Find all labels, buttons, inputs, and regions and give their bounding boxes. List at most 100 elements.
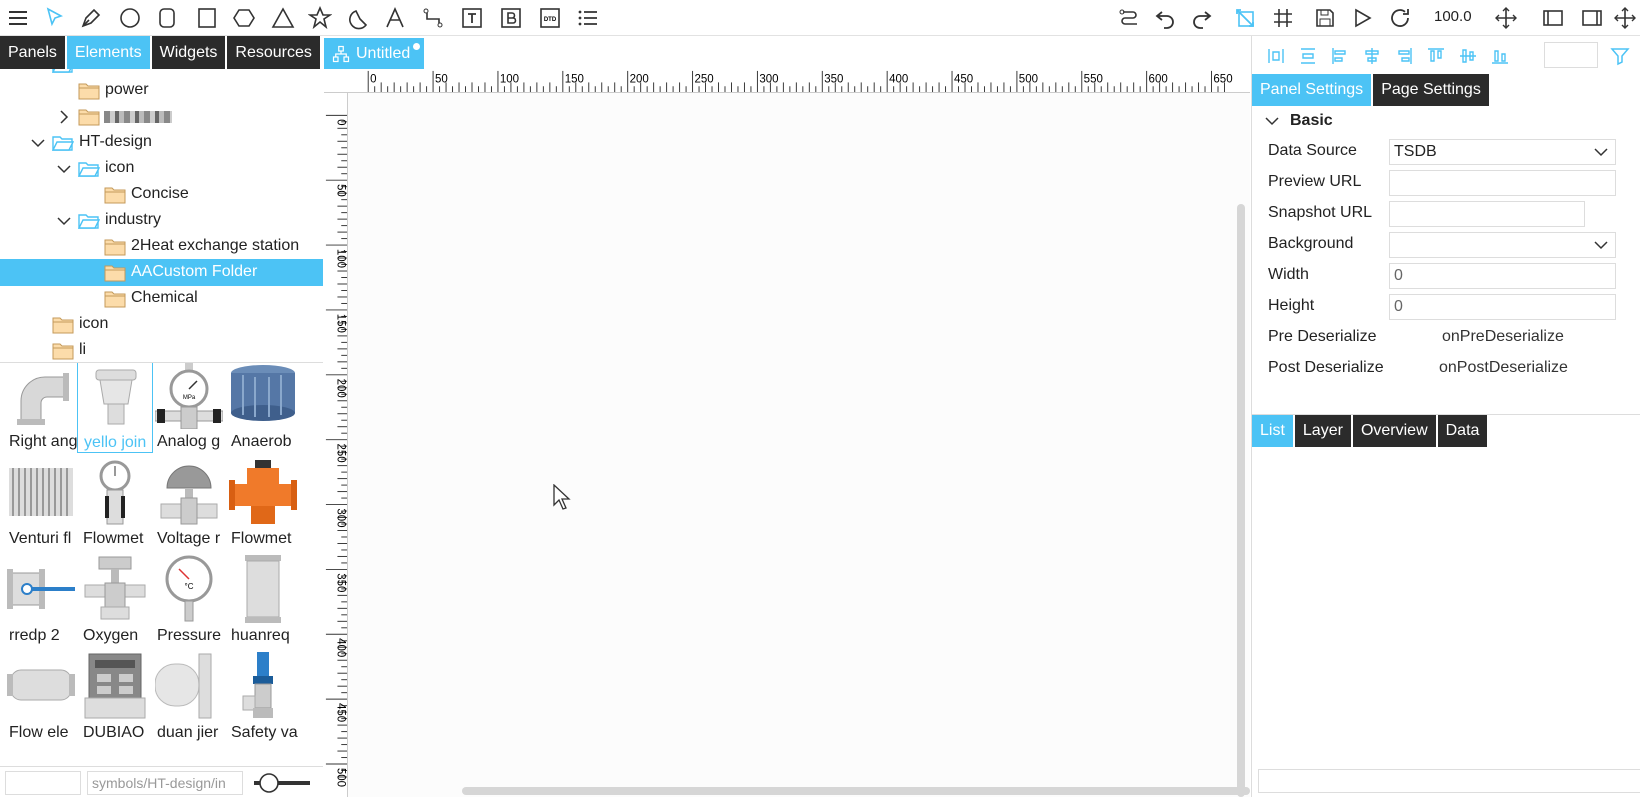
text-box-icon[interactable] bbox=[457, 3, 487, 33]
palette-item[interactable]: Safety va bbox=[225, 648, 301, 744]
arc-icon[interactable] bbox=[343, 3, 373, 33]
property-key: Data Source bbox=[1268, 142, 1357, 159]
tree-item[interactable]: industry bbox=[0, 207, 323, 234]
align-center-h-icon[interactable] bbox=[1362, 46, 1382, 66]
chevron-down-icon[interactable] bbox=[31, 69, 45, 72]
property-input[interactable]: 0 bbox=[1389, 263, 1616, 289]
distribute-h-icon[interactable] bbox=[1266, 46, 1286, 66]
palette-item[interactable]: Venturi fl bbox=[3, 454, 79, 550]
align-middle-icon[interactable] bbox=[1458, 46, 1478, 66]
tree-item[interactable]: icon bbox=[0, 311, 323, 338]
align-bottom-icon[interactable] bbox=[1490, 46, 1510, 66]
chevron-down-icon[interactable] bbox=[57, 214, 71, 228]
circle-icon[interactable] bbox=[115, 3, 145, 33]
panel-right-icon[interactable] bbox=[1577, 3, 1607, 33]
rect-icon[interactable] bbox=[192, 3, 222, 33]
wire-icon[interactable] bbox=[1114, 3, 1144, 33]
tree-item[interactable]: Chemical bbox=[0, 285, 323, 312]
tab-layer[interactable]: Layer bbox=[1294, 415, 1351, 447]
redo-icon[interactable] bbox=[1187, 3, 1217, 33]
vertical-scrollbar[interactable] bbox=[1237, 204, 1245, 797]
undo-icon[interactable] bbox=[1150, 3, 1180, 33]
save-icon[interactable] bbox=[1310, 3, 1340, 33]
tab-data[interactable]: Data bbox=[1437, 415, 1488, 447]
move-icon[interactable] bbox=[1610, 3, 1640, 33]
center-icon[interactable] bbox=[1491, 3, 1521, 33]
select-icon[interactable] bbox=[40, 3, 70, 33]
list-filter-input[interactable] bbox=[1258, 769, 1640, 793]
align-right-icon[interactable] bbox=[1394, 46, 1414, 66]
dtd-icon[interactable]: DTD bbox=[535, 3, 565, 33]
tree-item[interactable]: power bbox=[0, 77, 323, 104]
tab-list[interactable]: List bbox=[1252, 415, 1293, 447]
tree-item[interactable]: 2Heat exchange station bbox=[0, 233, 323, 260]
document-tab[interactable]: Untitled bbox=[324, 38, 425, 69]
text-a-icon[interactable] bbox=[380, 3, 410, 33]
rounded-rect-icon[interactable] bbox=[152, 3, 182, 33]
chevron-down-icon[interactable] bbox=[31, 136, 45, 150]
palette-item[interactable]: Flowmet bbox=[77, 454, 153, 550]
tab-overview[interactable]: Overview bbox=[1352, 415, 1436, 447]
property-input[interactable] bbox=[1389, 201, 1585, 227]
align-left-icon[interactable] bbox=[1330, 46, 1350, 66]
tree-item[interactable] bbox=[0, 103, 323, 130]
property-select[interactable]: TSDB bbox=[1389, 139, 1616, 165]
tree-item[interactable]: Concise bbox=[0, 181, 323, 208]
palette-item[interactable]: rredp 2 bbox=[3, 551, 79, 647]
tree-item[interactable]: icon bbox=[0, 155, 323, 182]
star-icon[interactable] bbox=[305, 3, 335, 33]
tab-elements[interactable]: Elements bbox=[66, 36, 150, 69]
align-top-icon[interactable] bbox=[1426, 46, 1446, 66]
tree-item[interactable]: li bbox=[0, 337, 323, 361]
palette-item[interactable]: MPa Analog g bbox=[151, 363, 227, 453]
horizontal-scrollbar[interactable] bbox=[462, 787, 1250, 795]
chevron-right-icon[interactable] bbox=[57, 110, 71, 124]
tab-widgets[interactable]: Widgets bbox=[151, 36, 226, 69]
palette-item[interactable]: Right ang bbox=[3, 363, 79, 453]
basic-section-header[interactable]: Basic bbox=[1264, 106, 1640, 136]
property-input[interactable] bbox=[1389, 170, 1616, 196]
tree-item[interactable]: AACustom Folder bbox=[0, 259, 323, 286]
tab-page-settings[interactable]: Page Settings bbox=[1373, 74, 1489, 106]
property-function[interactable]: onPreDeserialize bbox=[1442, 328, 1564, 346]
palette-item[interactable]: yello join bbox=[77, 363, 153, 453]
tab-resources[interactable]: Resources bbox=[227, 36, 320, 69]
palette-item[interactable]: duan jier bbox=[151, 648, 227, 744]
tab-panels[interactable]: Panels bbox=[0, 36, 65, 69]
palette-item[interactable]: Oxygen bbox=[77, 551, 153, 647]
size-slider[interactable] bbox=[250, 771, 314, 795]
property-input[interactable]: 0 bbox=[1389, 294, 1616, 320]
palette-item-label: Voltage r bbox=[157, 530, 221, 547]
property-function[interactable]: onPostDeserialize bbox=[1439, 359, 1568, 377]
property-select[interactable] bbox=[1389, 232, 1616, 258]
bold-box-icon[interactable] bbox=[496, 3, 526, 33]
distribute-v-icon[interactable] bbox=[1298, 46, 1318, 66]
fit-icon[interactable] bbox=[1230, 3, 1260, 33]
panel-left-icon[interactable] bbox=[1538, 3, 1568, 33]
palette-item[interactable]: DUBIAO bbox=[77, 648, 153, 744]
palette-item[interactable]: huanreq bbox=[225, 551, 301, 647]
align-value-input[interactable] bbox=[1544, 42, 1598, 68]
palette-item[interactable]: Anaerob bbox=[225, 363, 301, 453]
menu-icon[interactable] bbox=[3, 3, 33, 33]
design-canvas[interactable] bbox=[324, 69, 1250, 797]
list-icon[interactable] bbox=[573, 3, 603, 33]
zoom-level[interactable]: 100.0 bbox=[1434, 8, 1472, 25]
palette-item[interactable]: Flowmet bbox=[225, 454, 301, 550]
palette-item[interactable]: Voltage r bbox=[151, 454, 227, 550]
pen-icon[interactable] bbox=[76, 3, 106, 33]
path-input[interactable]: symbols/HT-design/in bbox=[87, 771, 243, 795]
tab-panel-settings[interactable]: Panel Settings bbox=[1252, 74, 1372, 106]
hexagon-icon[interactable] bbox=[229, 3, 259, 33]
palette-item[interactable]: °C Pressure bbox=[151, 551, 227, 647]
chevron-down-icon[interactable] bbox=[57, 162, 71, 176]
filter-icon[interactable] bbox=[1610, 46, 1630, 66]
refresh-icon[interactable] bbox=[1385, 3, 1415, 33]
path-icon[interactable] bbox=[418, 3, 448, 33]
grid-icon[interactable] bbox=[1268, 3, 1298, 33]
play-icon[interactable] bbox=[1347, 3, 1377, 33]
palette-item[interactable]: Flow ele bbox=[3, 648, 79, 744]
filter-input[interactable] bbox=[5, 771, 81, 795]
tree-item[interactable]: HT-design bbox=[0, 129, 323, 156]
triangle-icon[interactable] bbox=[268, 3, 298, 33]
